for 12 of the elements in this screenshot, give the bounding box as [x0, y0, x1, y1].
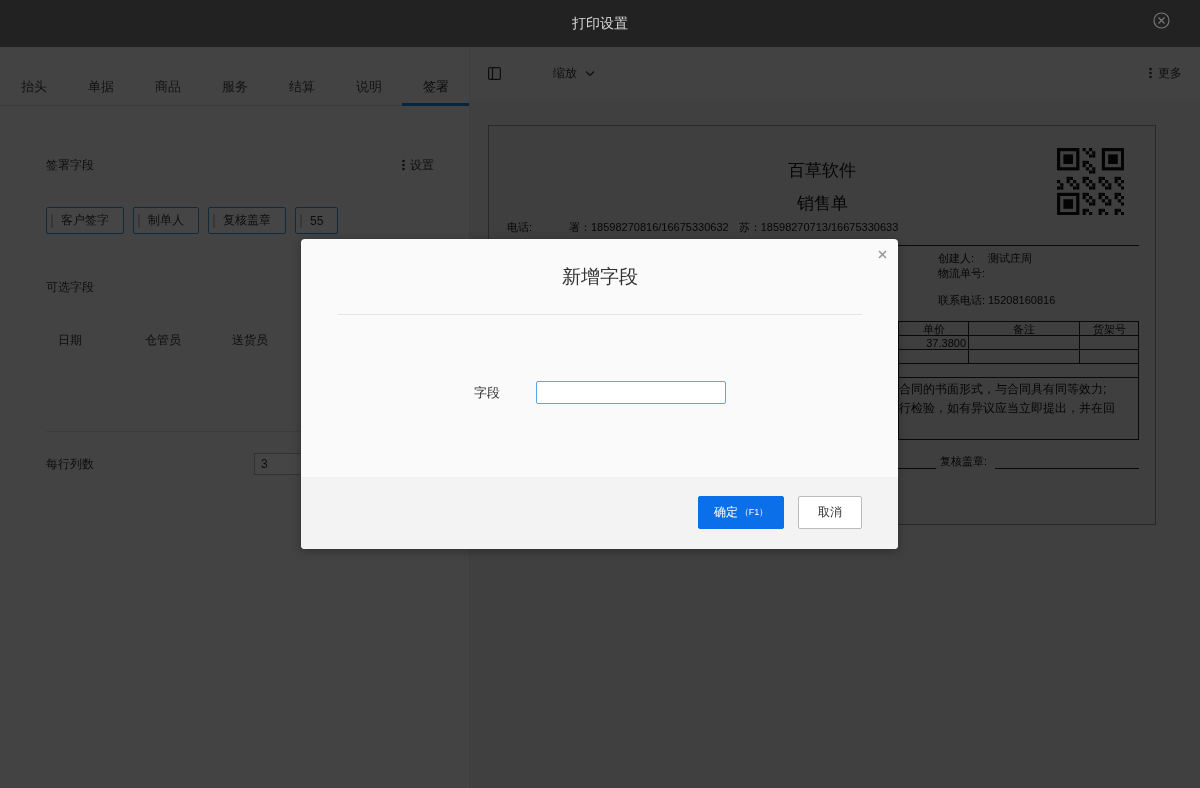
info-value: 15208160816 [988, 293, 1056, 308]
close-icon[interactable] [1153, 12, 1170, 29]
close-icon[interactable] [878, 250, 887, 259]
cancel-button[interactable]: 取消 [798, 496, 862, 529]
field-name-input[interactable] [536, 381, 726, 404]
contact-text: 署：18598270816/16675330632 [569, 221, 729, 234]
dialog-title: 新增字段 [561, 265, 638, 289]
window-title: 打印设置 [572, 14, 628, 33]
company-name: 百草软件 [788, 160, 856, 182]
field-label: 字段 [474, 383, 501, 402]
document-title: 销售单 [796, 193, 848, 215]
confirm-button[interactable]: 确定 （F1） [698, 496, 784, 529]
